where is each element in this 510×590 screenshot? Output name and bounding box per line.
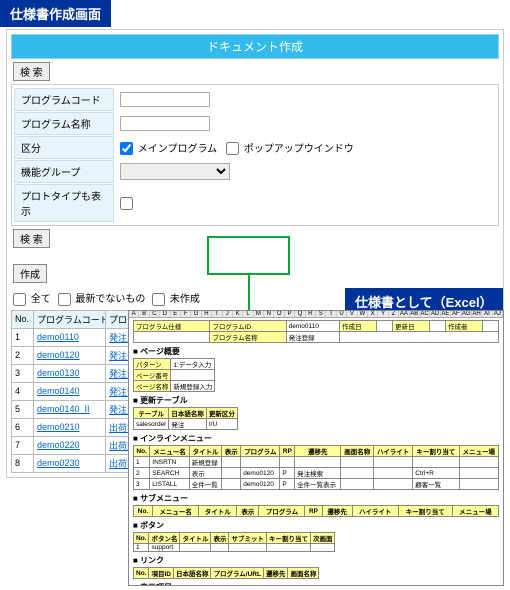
program-link[interactable]: demo0210 — [37, 422, 80, 432]
sec-sub: ■ サブメニュー — [133, 493, 499, 504]
kubun-popup-checkbox[interactable] — [226, 142, 239, 155]
ex-hdr6: 作成者 — [445, 321, 482, 332]
program-link[interactable]: demo0140_II — [37, 404, 90, 414]
search-button-mid[interactable]: 検 索 — [13, 229, 50, 248]
screen-title: 仕様書作成画面 — [0, 0, 111, 27]
excel-column-headers: ABCDEFGHIJKLMNOPQRSTUVWXYZAAABACADAEAFAG… — [129, 311, 503, 318]
program-link[interactable]: demo0110 — [37, 332, 79, 342]
label-prototype: プロトタイプも表示 — [14, 184, 114, 222]
func-group-select[interactable] — [120, 163, 230, 180]
sec-disp: ■ 表示項目 — [133, 582, 499, 586]
ex-hdr3: demo0110 — [286, 321, 339, 332]
program-link[interactable]: demo0230 — [37, 458, 80, 468]
kubun-main-checkbox[interactable] — [120, 142, 133, 155]
sec-page: ■ ページ概要 — [133, 346, 499, 357]
program-link[interactable]: demo0220 — [37, 440, 80, 450]
kubun-popup-label: ポップアップウインドウ — [244, 144, 354, 155]
program-link[interactable]: demo0120 — [37, 350, 80, 360]
th-no: No. — [12, 310, 34, 328]
label-func-group: 機能グループ — [14, 160, 114, 183]
filter-uncreated-checkbox[interactable] — [152, 293, 165, 306]
filter-recent-label: 最新でないもの — [75, 294, 145, 305]
program-code-input[interactable] — [120, 92, 210, 107]
search-button-top[interactable]: 検 索 — [13, 62, 50, 81]
ex-hdr3b: 発注登録 — [286, 332, 339, 343]
sec-inline: ■ インラインメニュー — [133, 433, 499, 444]
filter-recent-checkbox[interactable] — [58, 293, 71, 306]
prototype-checkbox[interactable] — [120, 197, 133, 210]
filter-uncreated-label: 未作成 — [170, 294, 200, 305]
label-program-name: プログラム名称 — [14, 112, 114, 135]
label-kubun: 区分 — [14, 136, 114, 159]
program-link[interactable]: demo0130 — [37, 368, 80, 378]
sec-link: ■ リンク — [133, 555, 499, 566]
kubun-main-label: メインプログラム — [138, 144, 217, 155]
program-name-input[interactable] — [120, 116, 210, 131]
ex-hdr2: プログラムID — [210, 321, 286, 332]
sec-table: ■ 更新テーブル — [133, 395, 499, 406]
doc-create-header: ドキュメント作成 — [11, 34, 499, 59]
program-link[interactable]: demo0140 — [37, 386, 80, 396]
th-code: プログラムコード — [34, 310, 106, 328]
ex-hdr1: プログラム仕様 — [134, 321, 210, 332]
create-button[interactable]: 作成 — [13, 264, 47, 283]
filter-all-label: 全て — [31, 294, 51, 305]
filter-all-checkbox[interactable] — [13, 293, 26, 306]
sec-btn: ■ ボタン — [133, 520, 499, 531]
excel-preview: ABCDEFGHIJKLMNOPQRSTUVWXYZAAABACADAEAFAG… — [128, 310, 504, 586]
label-program-code: プログラムコード — [14, 88, 114, 111]
ex-hdr4: 作成日 — [340, 321, 377, 332]
ex-hdr5: 更新日 — [393, 321, 430, 332]
ex-hdr2b: プログラム名称 — [210, 332, 286, 343]
